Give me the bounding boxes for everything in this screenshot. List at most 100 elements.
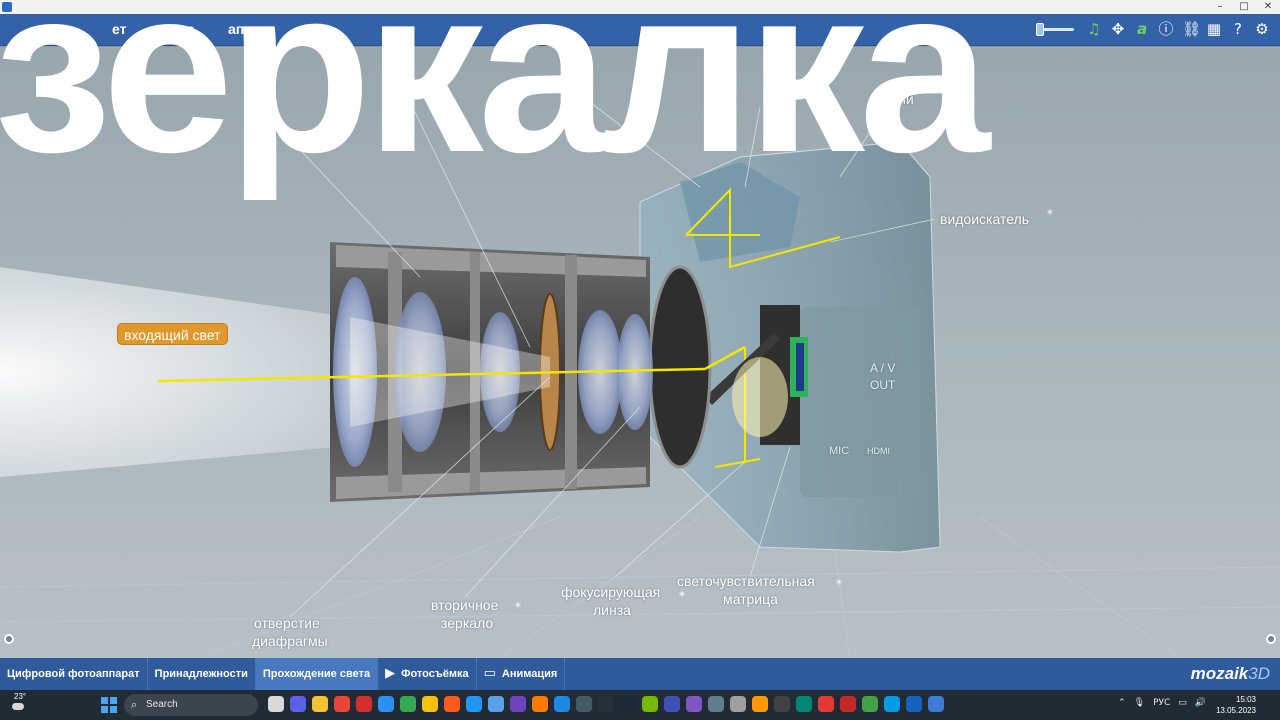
scene-nav-dot-left[interactable] [4, 634, 14, 644]
taskbar-clock[interactable]: 15:03 13.05.2023 [1216, 694, 1256, 716]
grid-icon[interactable]: ▦ [1206, 20, 1222, 38]
tab-digital-camera[interactable]: Цифровой фотоаппарат [0, 658, 148, 690]
clock-date: 13.05.2023 [1215, 706, 1256, 715]
camera-icon[interactable] [730, 696, 746, 712]
app-icon-27[interactable] [840, 696, 856, 712]
tab-label: Фотосъёмка [401, 668, 469, 680]
sensor-label-line2[interactable]: матрица [723, 591, 778, 607]
maximize-button[interactable]: □ [1232, 0, 1256, 14]
tab-label: Цифровой фотоаппарат [7, 668, 140, 680]
zoom-slider-knob[interactable] [1036, 23, 1044, 36]
close-button[interactable]: ✕ [1256, 0, 1280, 14]
music-note-icon[interactable]: ♫ [1086, 20, 1102, 38]
av-out-label-line2: OUT [870, 378, 896, 392]
secondary-mirror-label-line1[interactable]: вторичное [431, 597, 498, 613]
app-icon-30[interactable] [906, 696, 922, 712]
microphone-icon[interactable]: 🎙 [1134, 698, 1145, 708]
sensor-label-line1[interactable]: светочувствительная [677, 573, 815, 589]
taskbar-apps [268, 696, 944, 712]
focusing-lens-label-line2[interactable]: линза [593, 602, 631, 618]
minimize-button[interactable]: – [1208, 0, 1232, 14]
scene-nav-dot-right[interactable] [1266, 634, 1276, 644]
lens-mount [648, 265, 712, 469]
tab-accessories[interactable]: Принадлежности [148, 658, 256, 690]
steam-icon[interactable] [620, 696, 636, 712]
nvidia-icon[interactable] [642, 696, 658, 712]
app-icon-28[interactable] [862, 696, 878, 712]
viewfinder-label[interactable]: видоискатель [940, 211, 1029, 227]
overlay-title: зеркалка [0, 0, 990, 202]
app-icon-19[interactable] [664, 696, 680, 712]
network-icon[interactable]: ▭ [1178, 698, 1187, 708]
help-icon[interactable]: ? [1230, 20, 1246, 38]
clock-time: 15:03 [1235, 695, 1256, 704]
language-indicator[interactable]: РУС [1153, 698, 1170, 708]
scene-tabs: Цифровой фотоаппарат Принадлежности Прох… [0, 658, 1280, 690]
epic-games-icon[interactable] [598, 696, 614, 712]
link-icon[interactable]: ⛓ [1182, 20, 1201, 38]
settings-icon[interactable]: ⚙ [1254, 20, 1270, 38]
focusing-lens-label-line1[interactable]: фокусирующая [561, 584, 660, 600]
chevron-up-icon[interactable]: ⌃ [1118, 698, 1126, 708]
chrome-icon[interactable] [400, 696, 416, 712]
weather-icon [12, 703, 24, 710]
firefox-icon[interactable] [532, 696, 548, 712]
window-controls: – □ ✕ [1208, 0, 1280, 14]
search-placeholder: Search [146, 699, 178, 710]
mic-label: MIC [829, 445, 850, 457]
app-icon-9[interactable] [444, 696, 460, 712]
hdmi-label: HDMI [867, 446, 890, 456]
tab-animation[interactable]: ▭ Анимация [477, 658, 566, 690]
aperture-label-line1[interactable]: отверстие [254, 615, 320, 631]
tv-icon: ▭ [483, 666, 496, 681]
sensor-star[interactable]: * [836, 577, 842, 591]
incoming-light-badge[interactable]: входящий свет [117, 323, 228, 345]
app-icon-15[interactable] [576, 696, 592, 712]
logo-name: mozaik [1190, 664, 1249, 683]
system-tray: ⌃ 🎙 РУС ▭ 🔊 [1118, 698, 1206, 708]
taskbar-search[interactable]: ⌕ Search [124, 694, 258, 716]
secondary-mirror-star[interactable]: * [515, 600, 521, 614]
yandex-icon[interactable] [334, 696, 350, 712]
app-icon-21[interactable] [708, 696, 724, 712]
move-icon[interactable]: ✥ [1110, 20, 1126, 38]
tab-label: Прохождение света [262, 668, 371, 680]
secondary-mirror-label-line2[interactable]: зеркало [441, 615, 493, 631]
tab-photo-shooting[interactable]: ▶ Фотосъёмка [378, 658, 477, 690]
app-icon-24[interactable] [774, 696, 790, 712]
mozaik-app-icon[interactable] [928, 696, 944, 712]
app-icon-14[interactable] [554, 696, 570, 712]
opera-icon[interactable] [356, 696, 372, 712]
info-icon[interactable]: ⓘ [1158, 20, 1174, 38]
app-icon-26[interactable] [818, 696, 834, 712]
zoom-slider[interactable] [1036, 23, 1074, 36]
aperture-label-line2[interactable]: диафрагмы [252, 633, 328, 649]
tab-label: Анимация [501, 668, 558, 680]
telegram-icon[interactable] [884, 696, 900, 712]
weather-widget[interactable]: 23° [8, 692, 30, 716]
app-icon-11[interactable] [488, 696, 504, 712]
a-letter-icon[interactable]: a [1134, 20, 1150, 38]
focusing-lens-star[interactable]: * [679, 589, 685, 603]
play-icon: ▶ [385, 666, 396, 681]
app-icon-20[interactable] [686, 696, 702, 712]
yandex-browser-icon[interactable] [422, 696, 438, 712]
viewfinder-star[interactable]: * [1047, 207, 1053, 221]
calculator-icon[interactable] [796, 696, 812, 712]
teams-icon[interactable] [290, 696, 306, 712]
av-out-label-line1: A / V [870, 361, 896, 375]
mozaik3d-logo: mozaik3D [1191, 664, 1270, 684]
media-player-icon[interactable] [510, 696, 526, 712]
toolbar-icons: ♫ ✥ a ⓘ ⛓ ▦ ? ⚙ [1086, 20, 1270, 38]
task-view-icon[interactable] [268, 696, 284, 712]
logo-suffix: 3D [1248, 664, 1270, 683]
vlc-icon[interactable] [752, 696, 768, 712]
file-explorer-icon[interactable] [312, 696, 328, 712]
windows-taskbar: 23° ⌕ Search ⌃ 🎙 РУС ▭ 🔊 15:03 13.05.202… [0, 690, 1280, 720]
windows-start-icon[interactable] [101, 697, 117, 713]
app-icon-10[interactable] [466, 696, 482, 712]
tab-label: Принадлежности [154, 668, 248, 680]
edge-icon[interactable] [378, 696, 394, 712]
volume-icon[interactable]: 🔊 [1195, 698, 1206, 708]
tab-light-path[interactable]: Прохождение света [255, 658, 379, 690]
